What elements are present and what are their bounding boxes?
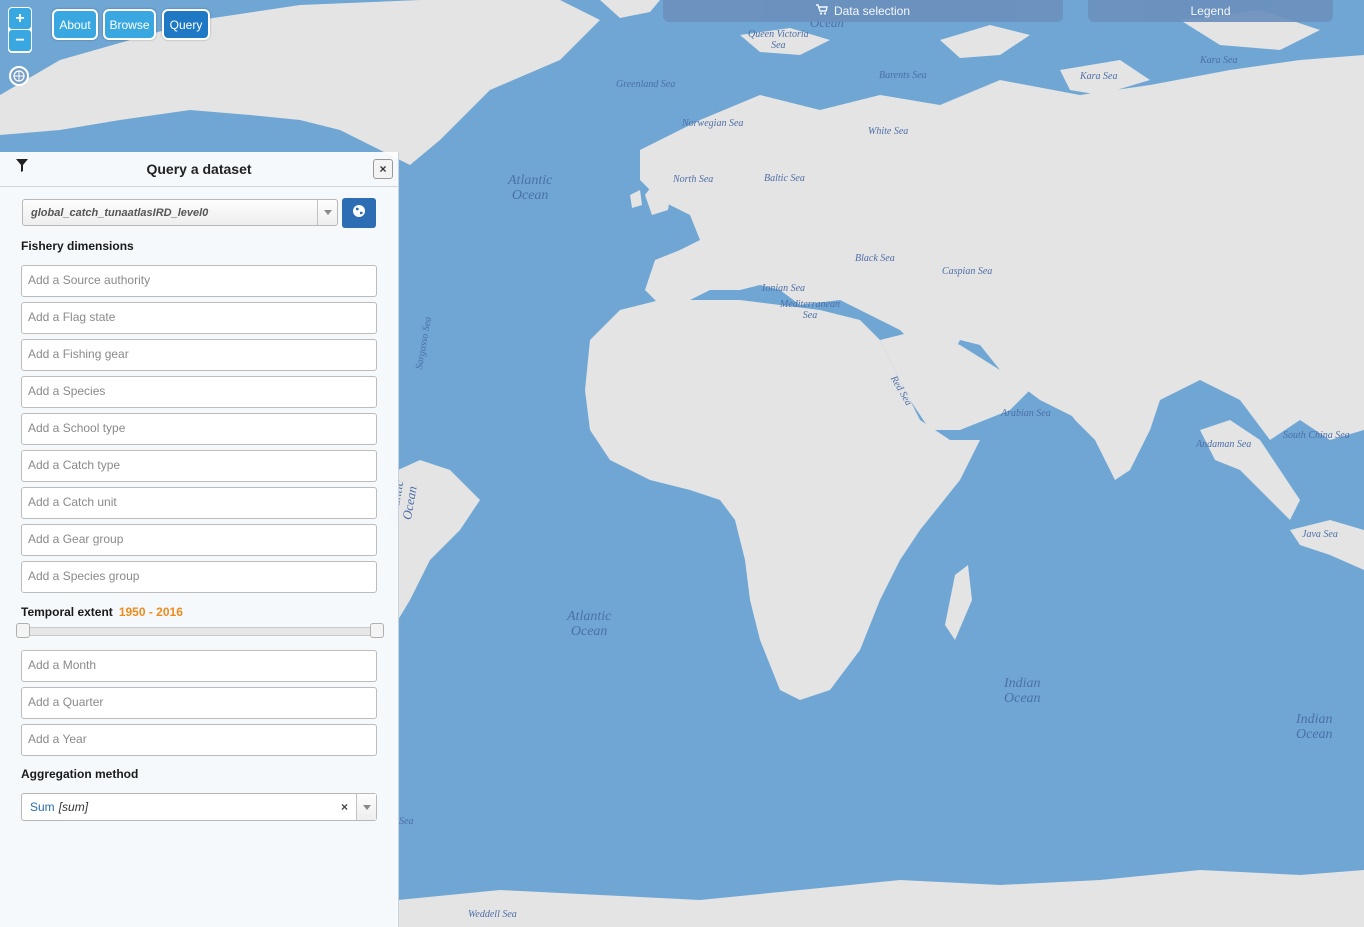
map-label-kara-sea-1: Kara Sea	[1080, 71, 1118, 82]
aggregation-value: Sum	[30, 800, 55, 814]
filter-icon	[16, 159, 28, 175]
temporal-extent-title: Temporal extent 1950 - 2016	[21, 605, 183, 619]
dataset-select[interactable]: global_catch_tunaatlasIRD_level0	[22, 199, 338, 226]
species-group-input[interactable]: Add a Species group	[21, 561, 377, 593]
map-label-black-sea: Black Sea	[855, 253, 895, 264]
fishing-gear-input[interactable]: Add a Fishing gear	[21, 339, 377, 371]
graticule-icon[interactable]	[9, 66, 29, 86]
map-label-north-sea: North Sea	[673, 174, 714, 185]
map-label-atlantic-ocean-south: Atlantic Ocean	[567, 609, 612, 639]
quarter-input[interactable]: Add a Quarter	[21, 687, 377, 719]
globe-button[interactable]	[342, 198, 376, 228]
temporal-extent-label: Temporal extent	[21, 605, 113, 619]
gear-group-input[interactable]: Add a Gear group	[21, 524, 377, 556]
map-label-indian-ocean-1: Indian Ocean	[1004, 676, 1041, 706]
aggregation-select[interactable]: Sum [sum] ×	[21, 793, 377, 821]
zoom-control: + −	[8, 7, 32, 53]
map-label-norwegian-sea: Norwegian Sea	[682, 118, 744, 129]
school-type-input[interactable]: Add a School type	[21, 413, 377, 445]
temporal-range-value: 1950 - 2016	[118, 605, 183, 619]
flag-state-input[interactable]: Add a Flag state	[21, 302, 377, 334]
query-panel: Query a dataset × global_catch_tunaatlas…	[0, 152, 399, 927]
map-label-weddell-sea: Weddell Sea	[468, 909, 517, 920]
map-label-greenland-sea: Greenland Sea	[616, 79, 676, 90]
legend-label: Legend	[1190, 4, 1231, 18]
legend-tab[interactable]: Legend	[1088, 0, 1333, 22]
query-button[interactable]: Query	[162, 9, 210, 40]
panel-header: Query a dataset ×	[0, 152, 398, 187]
caret-down-icon	[356, 794, 376, 820]
map-label-arabian-sea: Arabian Sea	[1001, 408, 1051, 419]
map-label-java-sea: Java Sea	[1302, 529, 1338, 540]
globe-icon	[352, 204, 366, 223]
about-button[interactable]: About	[52, 9, 98, 40]
map-label-kara-sea-2: Kara Sea	[1200, 55, 1238, 66]
map-label-mediterranean-sea: Mediterranean Sea	[780, 299, 840, 321]
caret-down-icon	[317, 200, 337, 225]
map-label-sea-edge: Sea	[399, 816, 414, 827]
cart-icon	[815, 4, 828, 18]
temporal-slider-end-handle[interactable]	[370, 623, 384, 638]
map-label-south-china-sea: South China Sea	[1283, 430, 1350, 441]
aggregation-code: [sum]	[58, 800, 89, 814]
map-label-caspian-sea: Caspian Sea	[942, 266, 993, 277]
temporal-slider-start-handle[interactable]	[16, 623, 30, 638]
year-input[interactable]: Add a Year	[21, 724, 377, 756]
map-label-baltic-sea: Baltic Sea	[764, 173, 805, 184]
catch-unit-input[interactable]: Add a Catch unit	[21, 487, 377, 519]
zoom-in-button[interactable]: +	[9, 8, 31, 29]
aggregation-method-title: Aggregation method	[21, 767, 139, 781]
dataset-select-value: global_catch_tunaatlasIRD_level0	[31, 206, 209, 219]
browse-button[interactable]: Browse	[103, 9, 156, 40]
data-selection-tab[interactable]: Data selection	[663, 0, 1063, 22]
map-label-atlantic-ocean-north: Atlantic Ocean	[508, 173, 553, 203]
aggregation-clear-button[interactable]: ×	[341, 800, 348, 814]
data-selection-label: Data selection	[833, 4, 911, 18]
map-label-queen-victoria-sea: Queen Victoria Sea	[748, 29, 809, 51]
map-label-ionian-sea: Ionian Sea	[762, 283, 806, 294]
panel-title: Query a dataset	[146, 161, 252, 177]
map-label-indian-ocean-2: Indian Ocean	[1296, 712, 1333, 742]
temporal-slider-track[interactable]	[22, 627, 378, 636]
source-authority-input[interactable]: Add a Source authority	[21, 265, 377, 297]
map-label-barents-sea: Barents Sea	[879, 70, 927, 81]
species-input[interactable]: Add a Species	[21, 376, 377, 408]
map-label-white-sea: White Sea	[868, 126, 909, 137]
catch-type-input[interactable]: Add a Catch type	[21, 450, 377, 482]
zoom-out-button[interactable]: −	[9, 30, 31, 51]
map-label-andaman-sea: Andaman Sea	[1196, 439, 1252, 450]
month-input[interactable]: Add a Month	[21, 650, 377, 682]
close-panel-button[interactable]: ×	[373, 159, 393, 179]
fishery-dimensions-title: Fishery dimensions	[21, 239, 134, 253]
